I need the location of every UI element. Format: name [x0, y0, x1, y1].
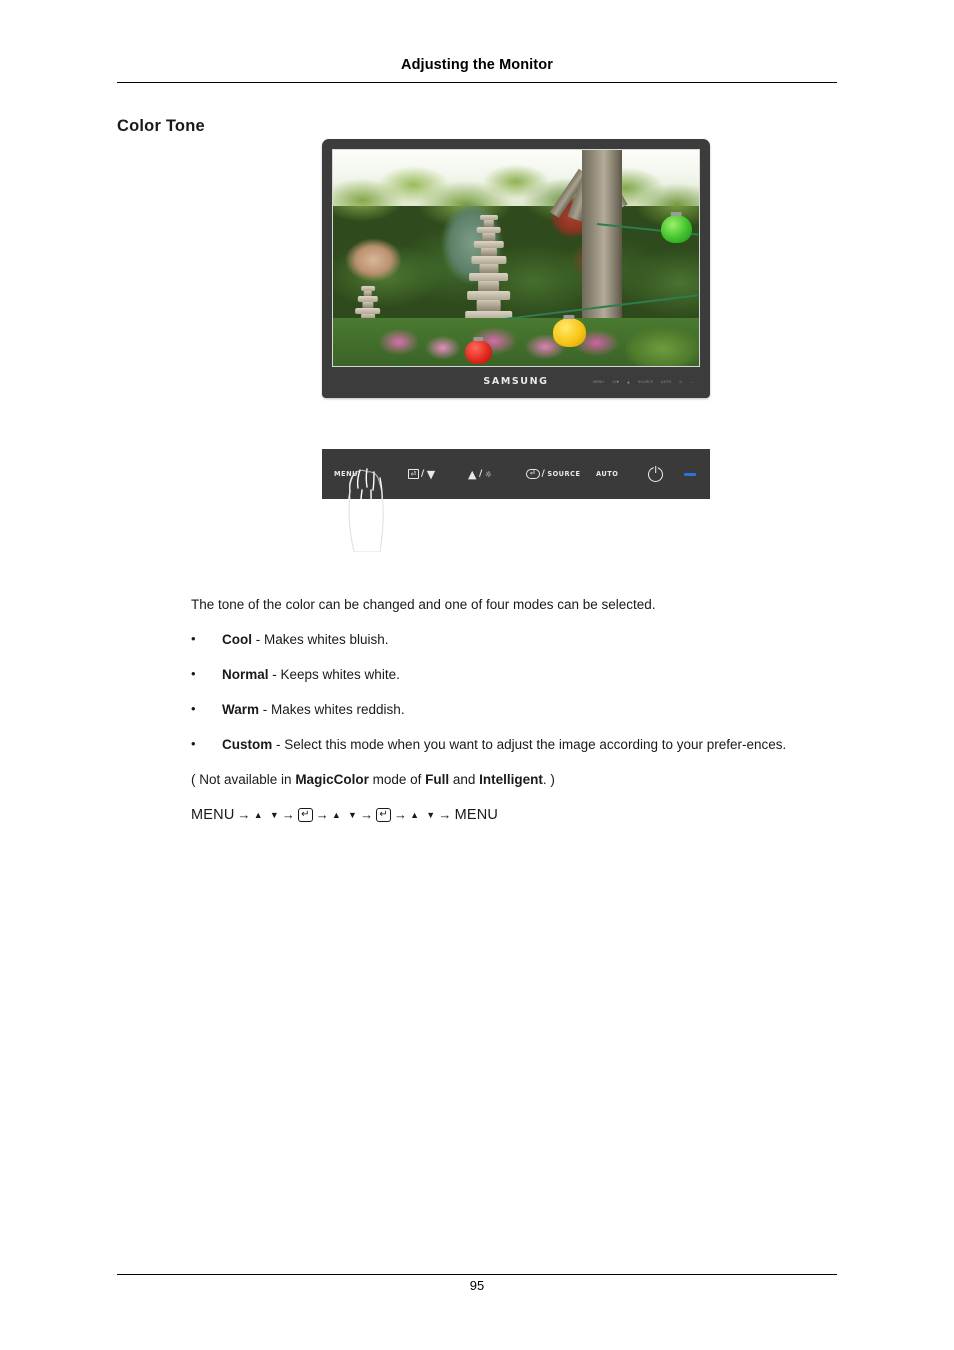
menu-navigation-path: MENU → ▲ ▼ → ↵ → ▲ ▼ → ↵ → ▲ ▼ → MENU	[191, 805, 846, 825]
monitor-screen	[332, 149, 700, 367]
color-tone-mode-list: Cool - Makes whites bluish. Normal - Kee…	[191, 630, 846, 754]
red-lantern-icon	[464, 340, 493, 364]
mode-name-normal: Normal	[222, 667, 269, 682]
page-number: 95	[469, 1278, 485, 1293]
list-item: Custom - Select this mode when you want …	[191, 735, 846, 754]
mode-name-warm: Warm	[222, 702, 260, 717]
note-prefix: ( Not available in	[191, 772, 296, 787]
bezel-control-labels: MENU ⏎/▼ ▲ SOURCE AUTO ⏻ —	[593, 380, 694, 384]
separator-slash: /	[541, 469, 546, 479]
garden-photo	[333, 150, 699, 366]
right-arrow-icon: →	[393, 807, 408, 822]
up-arrow-icon: ▲	[331, 810, 342, 820]
up-brightness-button[interactable]: ▲ / ☼	[468, 469, 526, 480]
monitor-bezel-chin: SAMSUNG MENU ⏎/▼ ▲ SOURCE AUTO ⏻ —	[332, 367, 700, 396]
nav-end-menu: MENU	[454, 807, 499, 823]
enter-key-icon: ↵	[376, 808, 391, 822]
bezel-menu-label: MENU	[593, 379, 604, 384]
bezel-source-label: SOURCE	[637, 379, 654, 384]
brightness-sun-icon: ☼	[484, 469, 493, 479]
yellow-lantern-icon	[552, 318, 586, 347]
samsung-logo: SAMSUNG	[483, 376, 549, 387]
auto-button-label: AUTO	[596, 470, 619, 478]
right-arrow-icon: →	[281, 807, 296, 822]
monitor-figure: SAMSUNG MENU ⏎/▼ ▲ SOURCE AUTO ⏻ —	[322, 139, 710, 398]
power-led-indicator	[684, 472, 696, 476]
menu-button[interactable]: MENU	[334, 470, 408, 478]
page-title: Color Tone	[117, 117, 205, 135]
up-arrow-icon: ▲	[468, 467, 477, 481]
bezel-auto-label: AUTO	[661, 379, 672, 384]
up-arrow-icon: ▲	[253, 810, 263, 820]
menu-button-label: MENU	[334, 470, 358, 478]
availability-note: ( Not available in MagicColor mode of Fu…	[191, 771, 846, 789]
list-item: Cool - Makes whites bluish.	[191, 630, 846, 649]
page-header: Adjusting the Monitor	[117, 56, 837, 74]
bezel-enter-label: ⏎/▼	[611, 379, 620, 384]
monitor-control-panel: MENU ⏎ / ▼ ▲ / ☼ ⏎ / SOURCE AUTO	[322, 449, 710, 499]
note-mid: mode of	[368, 772, 426, 787]
source-pill-icon: ⏎	[526, 469, 540, 479]
power-button[interactable]	[648, 466, 684, 482]
mode-name-cool: Cool	[222, 632, 252, 647]
bezel-up-label: ▲	[627, 379, 630, 384]
source-button-label: SOURCE	[547, 470, 581, 478]
led-indicator-icon	[684, 472, 696, 476]
separator-slash: /	[420, 469, 425, 479]
note-term-magiccolor: MagicColor	[295, 772, 369, 787]
right-arrow-icon: →	[360, 807, 374, 822]
enter-key-icon: ↵	[298, 808, 313, 822]
enter-box-icon: ⏎	[408, 469, 419, 479]
header-divider	[117, 82, 837, 83]
separator-slash: /	[478, 469, 483, 479]
mode-desc-warm: - Makes whites reddish.	[259, 702, 405, 717]
bezel-led-label: —	[690, 379, 694, 384]
enter-down-button[interactable]: ⏎ / ▼	[408, 469, 468, 480]
body-content: The tone of the color can be changed and…	[191, 596, 846, 825]
down-arrow-icon: ▼	[426, 467, 436, 481]
footer-divider	[117, 1274, 837, 1275]
up-arrow-icon: ▲	[410, 810, 420, 820]
green-lantern-icon	[660, 214, 692, 243]
right-arrow-icon: →	[237, 807, 251, 822]
down-arrow-icon: ▼	[269, 810, 279, 820]
mode-desc-normal: - Keeps whites white.	[268, 667, 400, 682]
down-arrow-icon: ▼	[426, 810, 436, 820]
nav-start-menu: MENU	[191, 807, 235, 823]
power-icon	[648, 466, 663, 482]
header-title: Adjusting the Monitor	[401, 57, 553, 73]
shrub	[625, 322, 699, 366]
mode-desc-custom: - Select this mode when you want to adju…	[272, 737, 787, 752]
note-and: and	[449, 772, 480, 787]
note-term-full: Full	[425, 772, 450, 787]
mode-name-custom: Custom	[222, 737, 273, 752]
pink-maple-tree	[336, 232, 410, 289]
auto-button[interactable]: AUTO	[596, 470, 648, 478]
list-item: Warm - Makes whites reddish.	[191, 700, 846, 719]
mode-desc-cool: - Makes whites bluish.	[252, 632, 389, 647]
source-button[interactable]: ⏎ / SOURCE	[526, 469, 596, 479]
note-term-intelligent: Intelligent	[479, 772, 543, 787]
list-item: Normal - Keeps whites white.	[191, 665, 846, 684]
intro-paragraph: The tone of the color can be changed and…	[191, 597, 656, 612]
right-arrow-icon: →	[315, 807, 329, 822]
bezel-power-label: ⏻	[679, 379, 683, 384]
down-arrow-icon: ▼	[348, 810, 358, 820]
right-arrow-icon: →	[438, 807, 452, 822]
note-suffix: . )	[542, 772, 555, 787]
